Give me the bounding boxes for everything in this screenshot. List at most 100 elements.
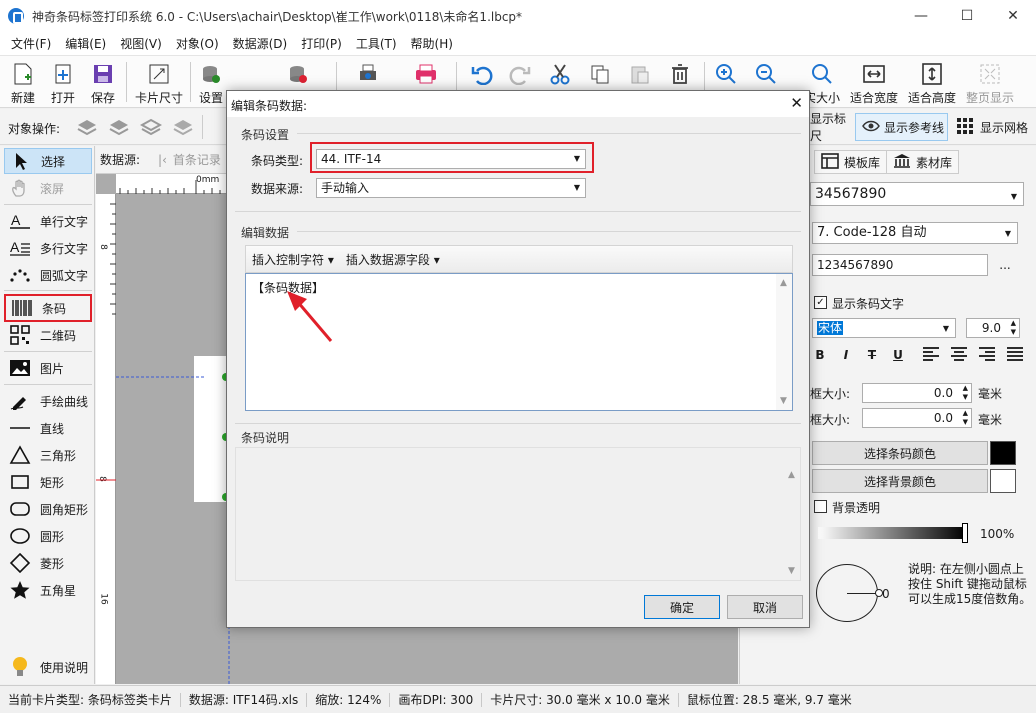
insert-datasource-field-button[interactable]: 插入数据源字段 ▾ (340, 251, 446, 268)
tab-template-library[interactable]: 模板库 (814, 150, 888, 174)
browse-button[interactable]: ... (992, 254, 1018, 276)
fit-width-button[interactable]: 适合宽度 (848, 58, 900, 106)
fit-width-icon (862, 62, 886, 85)
tool-scroll[interactable]: 滚屏 (4, 175, 92, 201)
background-color-button[interactable]: 选择背景颜色 (812, 469, 988, 493)
tool-star[interactable]: 五角星 (4, 577, 92, 603)
tool-image[interactable]: 图片 (4, 355, 92, 381)
unit-label-2: 毫米 (978, 413, 1003, 427)
eye-icon (862, 120, 880, 135)
svg-text:A: A (10, 239, 20, 255)
title-bar: 神奇条码标签打印系统 6.0 - C:\Users\achair\Desktop… (0, 0, 1036, 32)
library-building-icon (893, 153, 911, 172)
trash-icon (668, 62, 692, 86)
printer-icon (414, 62, 438, 86)
description-scrollbar[interactable]: ▲ ▼ (784, 448, 800, 580)
diamond-icon (8, 553, 32, 573)
layer-top-icon[interactable] (139, 117, 163, 137)
barcode-color-swatch[interactable] (990, 441, 1016, 465)
opacity-slider-handle[interactable] (962, 523, 968, 543)
group-barcode-settings: 条码设置 (241, 128, 290, 142)
align-right-icon[interactable] (978, 346, 996, 365)
tool-single-text[interactable]: A 单行文字 (4, 208, 92, 234)
tool-rectangle[interactable]: 矩形 (4, 469, 92, 495)
new-button[interactable]: 新建 (8, 58, 38, 106)
ok-button[interactable]: 确定 (644, 595, 720, 619)
zoom-out-icon (754, 62, 778, 86)
data-value-combo[interactable]: 34567890 ▼ (810, 182, 1024, 206)
menu-view[interactable]: 视图(V) (113, 32, 169, 56)
tool-barcode[interactable]: 条码 (4, 294, 92, 322)
tab-material-library[interactable]: 素材库 (886, 150, 960, 174)
tool-circle[interactable]: 圆形 (4, 523, 92, 549)
italic-button[interactable]: I (836, 346, 856, 364)
strikethrough-button[interactable]: T (862, 346, 882, 364)
menu-edit[interactable]: 编辑(E) (58, 32, 113, 56)
menu-print[interactable]: 打印(P) (294, 32, 349, 56)
menu-datasource[interactable]: 数据源(D) (226, 32, 295, 56)
svg-text:A: A (11, 212, 21, 228)
template-icon (821, 152, 839, 172)
show-text-checkbox[interactable]: ✓ (814, 296, 827, 309)
show-grid-toggle[interactable]: 显示网格 (954, 113, 1034, 141)
font-size-spinner[interactable]: 9.0 ▲ ▼ (966, 318, 1020, 338)
layer-down-icon[interactable] (108, 117, 130, 137)
close-button[interactable]: ✕ (990, 0, 1036, 32)
menu-bar: 文件(F) 编辑(E) 视图(V) 对象(O) 数据源(D) 打印(P) 工具(… (0, 32, 1036, 56)
tool-line[interactable]: 直线 (4, 415, 92, 441)
rotation-dial[interactable] (816, 564, 883, 622)
layer-bottom-icon[interactable] (172, 117, 194, 137)
open-button[interactable]: 打开 (48, 58, 78, 106)
tool-select[interactable]: 选择 (4, 148, 92, 174)
bold-button[interactable]: B (810, 346, 830, 364)
barcode-color-button[interactable]: 选择条码颜色 (812, 441, 988, 465)
menu-object[interactable]: 对象(O) (169, 32, 226, 56)
underline-button[interactable]: U (888, 346, 908, 364)
tool-freehand[interactable]: 手绘曲线 (4, 388, 92, 414)
menu-file[interactable]: 文件(F) (4, 32, 58, 56)
show-guides-toggle[interactable]: 显示参考线 (855, 113, 948, 141)
data-source-select[interactable]: 手动输入 ▼ (316, 178, 586, 198)
minimize-button[interactable]: — (898, 0, 944, 32)
app-icon (8, 8, 24, 24)
magnifier-icon (810, 62, 834, 85)
cancel-button[interactable]: 取消 (727, 595, 803, 619)
frame-size-spinner-1[interactable]: 0.0 ▲ ▼ (862, 383, 972, 403)
scissors-icon (548, 62, 572, 86)
tool-rounded-rect[interactable]: 圆角矩形 (4, 496, 92, 522)
barcode-data-field[interactable]: 1234567890 (812, 254, 988, 276)
menu-tools[interactable]: 工具(T) (349, 32, 404, 56)
layer-up-icon[interactable] (76, 117, 98, 137)
show-ruler-toggle[interactable]: 显示标尺 (810, 112, 856, 143)
opacity-slider[interactable] (818, 527, 966, 539)
align-left-icon[interactable] (922, 346, 940, 365)
barcode-type-label: 条码类型: (251, 154, 304, 168)
hand-icon (8, 178, 32, 198)
full-page-button[interactable]: 整页显示 (964, 58, 1016, 106)
editor-scrollbar[interactable]: ▲ ▼ (776, 274, 792, 410)
align-justify-icon[interactable] (1006, 346, 1024, 365)
maximize-button[interactable]: ☐ (944, 0, 990, 32)
card-size-button[interactable]: 卡片尺寸 (132, 58, 186, 106)
tool-qrcode[interactable]: 二维码 (4, 322, 92, 348)
dialog-close-button[interactable]: ✕ (790, 94, 803, 112)
background-color-swatch[interactable] (990, 469, 1016, 493)
barcode-type-combo[interactable]: 7. Code-128 自动 ▼ (812, 222, 1018, 244)
save-button[interactable]: 保存 (88, 58, 118, 106)
paste-icon (628, 62, 652, 86)
tool-diamond[interactable]: 菱形 (4, 550, 92, 576)
settings-button[interactable]: 设置 (196, 58, 226, 106)
transparent-background-checkbox[interactable] (814, 500, 827, 513)
tool-multi-text[interactable]: A 多行文字 (4, 235, 92, 261)
menu-help[interactable]: 帮助(H) (404, 32, 460, 56)
align-center-icon[interactable] (950, 346, 968, 365)
tool-panel: 选择 滚屏 A 单行文字 A 多行文字 圆弧文字 条码 二维码 图片 手绘曲线 … (0, 146, 95, 684)
tool-help[interactable]: 使用说明 (4, 654, 92, 680)
copy-icon (588, 62, 612, 86)
font-combo[interactable]: 宋体 ▼ (812, 318, 956, 338)
tool-triangle[interactable]: 三角形 (4, 442, 92, 468)
tool-arc-text[interactable]: 圆弧文字 (4, 262, 92, 288)
fit-height-button[interactable]: 适合高度 (906, 58, 958, 106)
frame-size-spinner-2[interactable]: 0.0 ▲ ▼ (862, 408, 972, 428)
insert-control-char-button[interactable]: 插入控制字符 ▾ (246, 251, 340, 268)
